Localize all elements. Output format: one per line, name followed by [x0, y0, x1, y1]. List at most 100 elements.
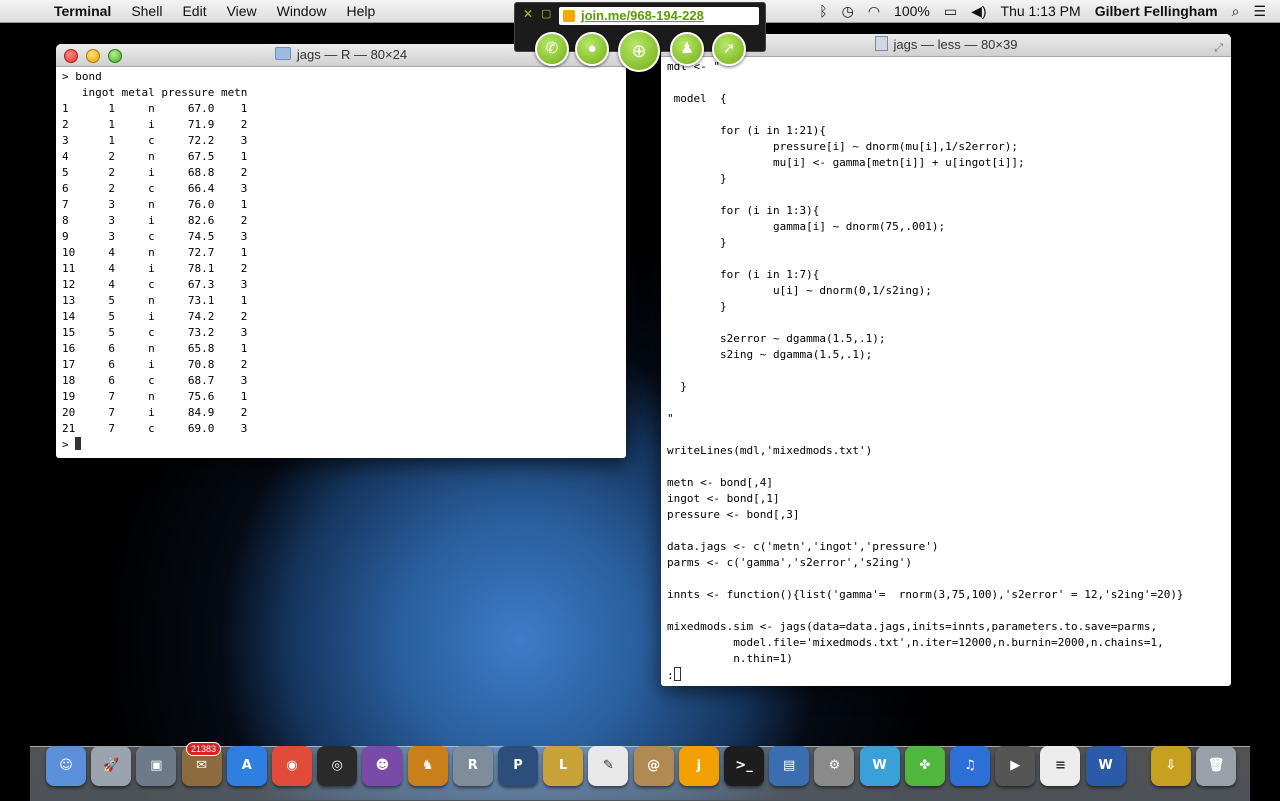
tweetdeck-dock-icon[interactable]: ✤ [904, 746, 945, 786]
app-store-dock-icon[interactable]: A [226, 746, 267, 786]
trash-dock-icon[interactable]: 🗑 [1196, 746, 1236, 786]
contacts-dock-icon[interactable]: @ [633, 746, 674, 786]
terminal-line: s2error ~ dgamma(1.5,.1); [667, 332, 886, 345]
fullscreen-icon[interactable]: ⤢ [1214, 37, 1223, 59]
terminal-line: 6 2 c 66.4 3 [62, 182, 248, 195]
terminal-line: 4 2 n 67.5 1 [62, 150, 248, 163]
plist-dock-icon[interactable]: ≡ [1040, 746, 1081, 786]
zoom-button[interactable] [108, 49, 122, 63]
downloads-dock-icon[interactable]: ⇩ [1150, 746, 1191, 786]
chrome-dock-icon[interactable]: ◉ [272, 746, 312, 786]
itunes-dock-icon[interactable]: ♫ [950, 746, 990, 786]
terminal-line: metn <- bond[,4] [667, 476, 773, 489]
participants-icon[interactable]: ♟ [670, 32, 704, 66]
word-dock-icon[interactable]: W [1085, 746, 1126, 786]
close-button[interactable] [64, 49, 78, 63]
terminal-line: model { [667, 92, 727, 105]
spotlight-icon[interactable]: ⌕ [1232, 3, 1240, 20]
notification-center-icon[interactable]: ☰ [1253, 3, 1266, 20]
battery-percent[interactable]: 100% [894, 3, 930, 19]
virtualbox-dock-icon[interactable]: ▤ [769, 746, 810, 786]
menu-view[interactable]: View [227, 3, 257, 19]
terminal-line: 14 5 i 74.2 2 [62, 310, 248, 323]
terminal-line: parms <- c('gamma','s2error','s2ing') [667, 556, 913, 569]
terminal-line: s2ing ~ dgamma(1.5,.1); [667, 348, 873, 361]
prompt-text: : [667, 669, 674, 682]
bluetooth-icon[interactable]: ᛒ [819, 3, 827, 19]
phone-icon[interactable]: ✆ [535, 32, 569, 66]
minimize-button[interactable] [86, 49, 100, 63]
latex-dock-icon[interactable]: L [543, 746, 584, 786]
terminal-line: gamma[i] ~ dnorm(75,.001); [667, 220, 946, 233]
preview-dock-icon[interactable]: ▣ [136, 746, 177, 786]
battery-icon[interactable]: ▭ [944, 3, 957, 20]
terminal-line: ingot <- bond[,1] [667, 492, 780, 505]
fetch-dock-icon[interactable]: ♞ [407, 746, 448, 786]
time-machine-icon[interactable]: ◷ [842, 3, 854, 20]
text-cursor [673, 667, 681, 681]
textedit-dock-icon[interactable]: ✎ [588, 746, 629, 786]
document-icon [874, 36, 888, 51]
folder-icon [274, 47, 291, 60]
terminal-line: 15 5 c 73.2 3 [62, 326, 248, 339]
less-terminal-output[interactable]: mdl <- " model { for (i in 1:21){ pressu… [661, 57, 1231, 686]
joinme-minimize-icon[interactable]: ▢ [541, 7, 551, 20]
menu-window[interactable]: Window [277, 3, 327, 19]
launchpad-dock-icon[interactable]: 🚀 [91, 746, 132, 786]
joinme-url-field[interactable]: join.me/968-194-228 [559, 7, 759, 25]
joinme-url-link[interactable]: join.me/968-194-228 [581, 8, 704, 23]
terminal-line: > bond [62, 70, 102, 83]
terminal-line: 1 1 n 67.0 1 [62, 102, 248, 115]
terminal-line: 19 7 n 75.6 1 [62, 390, 248, 403]
r-terminal-output[interactable]: > bond ingot metal pressure metn 1 1 n 67… [56, 67, 626, 455]
terminal-line: u[i] ~ dnorm(0,1/s2ing); [667, 284, 932, 297]
dashboard-dock-icon[interactable]: ◎ [317, 746, 358, 786]
word-wrap-dock-icon[interactable]: W [859, 746, 900, 786]
zoom-icon[interactable]: ⊕ [618, 30, 660, 72]
menu-edit[interactable]: Edit [182, 3, 206, 19]
join-me-dock-icon[interactable]: j [678, 746, 719, 786]
terminal-dock-icon[interactable]: >_ [724, 746, 764, 786]
facetime-dock-icon[interactable]: ▶ [995, 746, 1036, 786]
terminal-line: for (i in 1:3){ [667, 204, 820, 217]
terminal-line: mdl <- " [667, 60, 720, 73]
wifi-icon[interactable]: ◠ [868, 3, 880, 20]
r-window-title: jags — R — 80×24 [296, 47, 408, 62]
menu-shell[interactable]: Shell [131, 3, 162, 19]
terminal-prompt[interactable]: : [667, 667, 1225, 684]
terminal-line: " [667, 412, 674, 425]
finder-dock-icon[interactable]: ☺ [46, 746, 86, 786]
chat-icon[interactable]: ● [575, 32, 609, 66]
r-dock-icon[interactable]: R [452, 746, 493, 786]
terminal-line: 7 3 n 76.0 1 [62, 198, 248, 211]
menu-help[interactable]: Help [346, 3, 375, 19]
r-terminal-window[interactable]: jags — R — 80×24 > bond ingot metal pres… [56, 44, 626, 458]
menu-app-name[interactable]: Terminal [54, 3, 111, 19]
terminal-line: for (i in 1:21){ [667, 124, 826, 137]
user-name[interactable]: Gilbert Fellingham [1095, 3, 1218, 19]
pointer-icon[interactable]: ➚ [712, 32, 746, 66]
terminal-prompt[interactable]: > [62, 437, 620, 453]
text-cursor [75, 437, 82, 450]
terminal-line: 11 4 i 78.1 2 [62, 262, 248, 275]
system-preferences-dock-icon[interactable]: ⚙ [814, 746, 855, 786]
terminal-line: n.thin=1) [667, 652, 793, 665]
terminal-line: 13 5 n 73.1 1 [62, 294, 248, 307]
photo-booth-dock-icon[interactable]: ☻ [362, 746, 403, 786]
terminal-line: pressure <- bond[,3] [667, 508, 800, 521]
terminal-line: 20 7 i 84.9 2 [62, 406, 248, 419]
volume-icon[interactable]: ◀) [971, 3, 986, 20]
pandora-dock-icon[interactable]: P [498, 746, 538, 786]
less-terminal-window[interactable]: jags — less — 80×39 ⤢ mdl <- " model { f… [661, 34, 1231, 686]
clock[interactable]: Thu 1:13 PM [1001, 3, 1081, 19]
joinme-close-icon[interactable]: ✕ [523, 7, 533, 21]
